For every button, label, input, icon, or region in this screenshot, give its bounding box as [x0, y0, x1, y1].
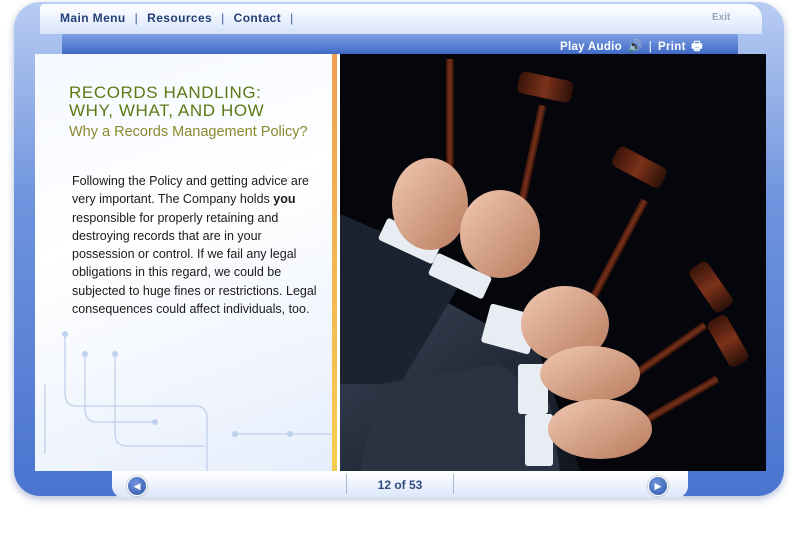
lesson-title: RECORDS HANDLING: WHY, WHAT, AND HOW — [69, 84, 264, 120]
lesson-title-line1: RECORDS HANDLING: — [69, 83, 262, 102]
play-audio-button[interactable]: Play Audio 🔊 — [560, 39, 643, 53]
body-text-end: responsible for properly retaining and d… — [72, 210, 317, 317]
main-navigation: Main Menu | Resources | Contact | — [60, 11, 303, 25]
nav-main-menu[interactable]: Main Menu — [60, 11, 126, 25]
print-label: Print — [658, 41, 686, 53]
nav-separator: | — [221, 11, 225, 25]
previous-page-button[interactable]: ◀ — [127, 476, 147, 496]
nav-resources[interactable]: Resources — [147, 11, 212, 25]
arrow-left-icon: ◀ — [133, 481, 141, 491]
nav-separator: | — [290, 11, 294, 25]
speaker-icon: 🔊 — [627, 39, 643, 53]
lesson-subtitle: Why a Records Management Policy? — [69, 124, 308, 140]
nav-contact[interactable]: Contact — [234, 11, 281, 25]
print-button[interactable]: Print 🖶 — [658, 39, 703, 53]
body-text-emphasis: you — [273, 192, 296, 207]
lesson-title-line2: WHY, WHAT, AND HOW — [69, 101, 265, 120]
play-audio-label: Play Audio — [560, 41, 622, 53]
lesson-body-text: Following the Policy and getting advice … — [72, 172, 322, 318]
gavels-illustration — [340, 59, 749, 471]
printer-icon: 🖶 — [691, 39, 703, 53]
toolbar-separator: | — [648, 41, 653, 53]
exit-button[interactable]: Exit — [712, 12, 730, 23]
nav-separator: | — [134, 11, 139, 25]
next-page-button[interactable]: ▶ — [648, 476, 668, 496]
gavels-photo — [340, 54, 766, 471]
arrow-right-icon: ▶ — [654, 481, 662, 491]
panel-divider — [332, 54, 337, 471]
page-indicator: 12 of 53 — [346, 474, 454, 494]
